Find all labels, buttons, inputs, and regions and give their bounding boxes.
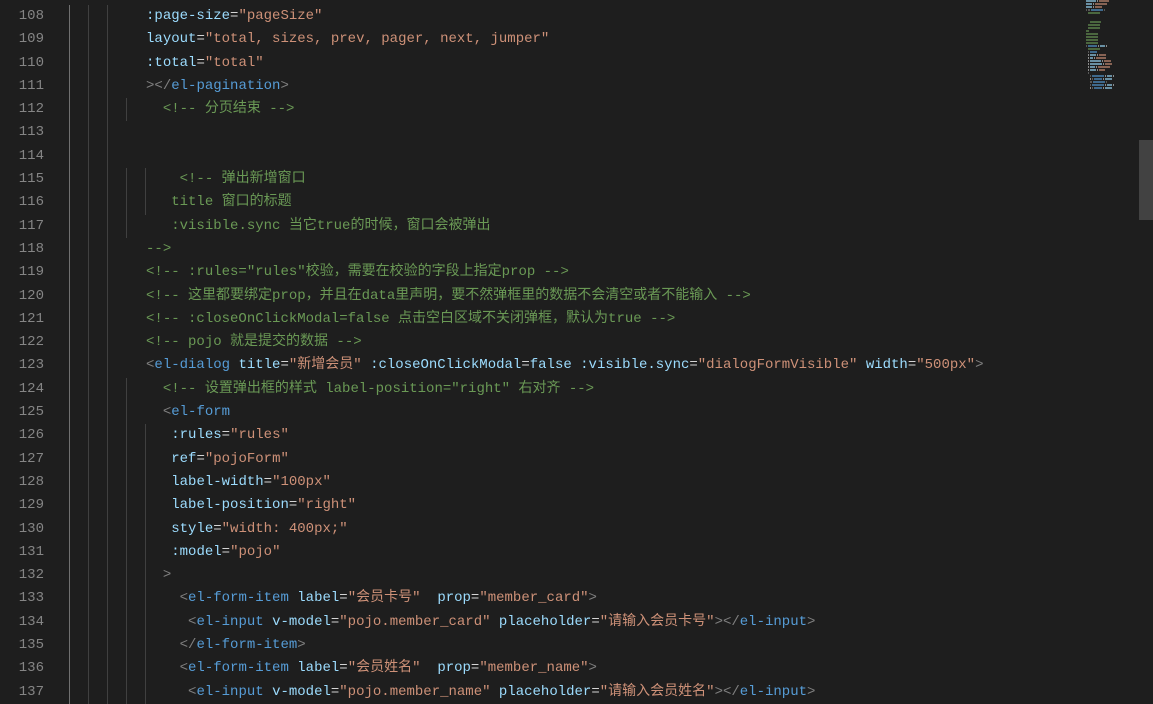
- line-number: 125: [0, 401, 44, 424]
- code-line[interactable]: [62, 145, 1153, 168]
- line-number: 121: [0, 308, 44, 331]
- code-line[interactable]: [62, 121, 1153, 144]
- line-number-gutter: 1081091101111121131141151161171181191201…: [0, 0, 62, 700]
- code-line[interactable]: <!-- 分页结束 -->: [62, 98, 1153, 121]
- code-line[interactable]: <el-dialog title="新增会员" :closeOnClickMod…: [62, 354, 1153, 377]
- minimap[interactable]: [1079, 0, 1139, 700]
- code-line[interactable]: :visible.sync 当它true的时候，窗口会被弹出: [62, 215, 1153, 238]
- line-number: 116: [0, 191, 44, 214]
- line-number: 118: [0, 238, 44, 261]
- code-line[interactable]: :rules="rules": [62, 424, 1153, 447]
- code-line[interactable]: <el-form-item label="会员姓名" prop="member_…: [62, 657, 1153, 680]
- line-number: 108: [0, 5, 44, 28]
- line-number: 135: [0, 634, 44, 657]
- line-number: 122: [0, 331, 44, 354]
- line-number: 129: [0, 494, 44, 517]
- code-line[interactable]: ref="pojoForm": [62, 448, 1153, 471]
- code-line[interactable]: layout="total, sizes, prev, pager, next,…: [62, 28, 1153, 51]
- vertical-scrollbar[interactable]: [1139, 0, 1153, 700]
- code-line[interactable]: label-position="right": [62, 494, 1153, 517]
- code-line[interactable]: >: [62, 564, 1153, 587]
- line-number: 128: [0, 471, 44, 494]
- line-number: 110: [0, 52, 44, 75]
- line-number: 130: [0, 518, 44, 541]
- line-number: 124: [0, 378, 44, 401]
- line-number: 131: [0, 541, 44, 564]
- line-number: 123: [0, 354, 44, 377]
- code-line[interactable]: title 窗口的标题: [62, 191, 1153, 214]
- line-number: 126: [0, 424, 44, 447]
- code-line[interactable]: label-width="100px": [62, 471, 1153, 494]
- code-line[interactable]: </el-form-item>: [62, 634, 1153, 657]
- code-line[interactable]: <!-- 设置弹出框的样式 label-position="right" 右对齐…: [62, 378, 1153, 401]
- code-line[interactable]: <!-- 这里都要绑定prop，并且在data里声明，要不然弹框里的数据不会清空…: [62, 285, 1153, 308]
- line-number: 137: [0, 681, 44, 704]
- code-line[interactable]: ></el-pagination>: [62, 75, 1153, 98]
- scrollbar-thumb[interactable]: [1139, 140, 1153, 220]
- code-line[interactable]: :page-size="pageSize": [62, 5, 1153, 28]
- line-number: 136: [0, 657, 44, 680]
- code-line[interactable]: <el-form: [62, 401, 1153, 424]
- code-line[interactable]: :total="total": [62, 52, 1153, 75]
- line-number: 132: [0, 564, 44, 587]
- line-number: 117: [0, 215, 44, 238]
- line-number: 127: [0, 448, 44, 471]
- line-number: 120: [0, 285, 44, 308]
- code-line[interactable]: :model="pojo": [62, 541, 1153, 564]
- code-line[interactable]: <!-- :closeOnClickModal=false 点击空白区域不关闭弹…: [62, 308, 1153, 331]
- code-line[interactable]: <el-input v-model="pojo.member_card" pla…: [62, 611, 1153, 634]
- line-number: 134: [0, 611, 44, 634]
- code-editor[interactable]: 1081091101111121131141151161171181191201…: [0, 0, 1153, 700]
- code-line[interactable]: <!-- 弹出新增窗口: [62, 168, 1153, 191]
- code-line[interactable]: <!-- :rules="rules"校验，需要在校验的字段上指定prop --…: [62, 261, 1153, 284]
- line-number: 113: [0, 121, 44, 144]
- code-line[interactable]: -->: [62, 238, 1153, 261]
- code-area[interactable]: :page-size="pageSize" layout="total, siz…: [62, 0, 1153, 700]
- code-line[interactable]: <el-input v-model="pojo.member_name" pla…: [62, 681, 1153, 704]
- line-number: 115: [0, 168, 44, 191]
- line-number: 111: [0, 75, 44, 98]
- code-line[interactable]: <!-- pojo 就是提交的数据 -->: [62, 331, 1153, 354]
- code-line[interactable]: <el-form-item label="会员卡号" prop="member_…: [62, 587, 1153, 610]
- line-number: 119: [0, 261, 44, 284]
- line-number: 114: [0, 145, 44, 168]
- line-number: 112: [0, 98, 44, 121]
- line-number: 133: [0, 587, 44, 610]
- line-number: 109: [0, 28, 44, 51]
- code-line[interactable]: style="width: 400px;": [62, 518, 1153, 541]
